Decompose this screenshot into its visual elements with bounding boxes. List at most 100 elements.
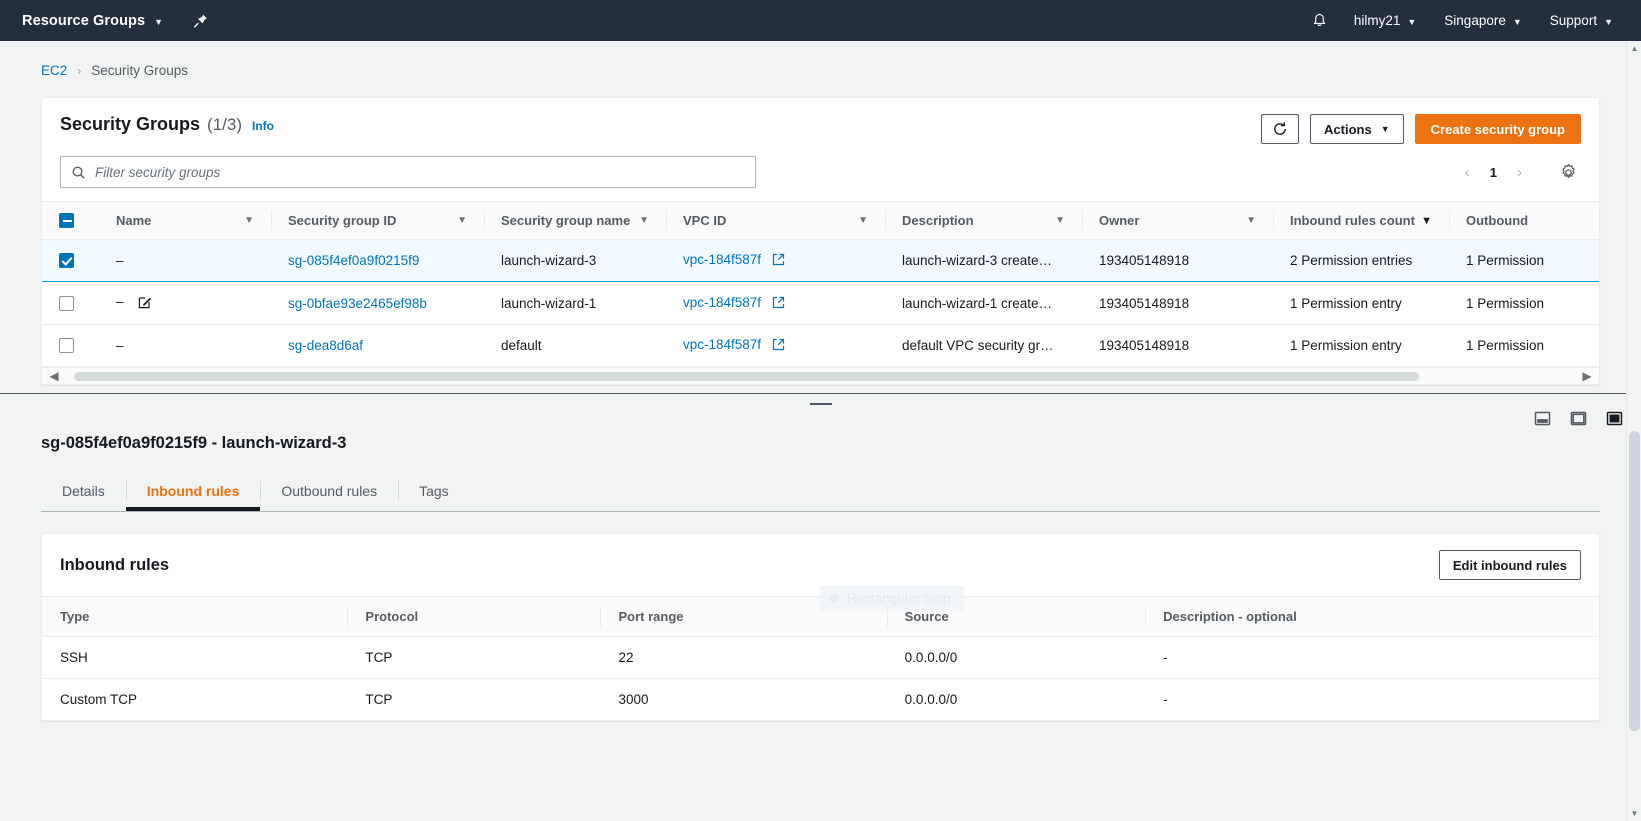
vpc-id-link[interactable]: vpc-184f587f bbox=[683, 337, 761, 352]
external-link-icon[interactable] bbox=[772, 253, 785, 269]
sort-icon: ▼ bbox=[1055, 215, 1065, 226]
cell-name: – bbox=[99, 281, 271, 325]
column-header-inbound-rules-count[interactable]: Inbound rules count ▼ bbox=[1273, 201, 1449, 240]
name-value: – bbox=[116, 294, 124, 309]
inbound-header-row: Type Protocol Port range Source Descript… bbox=[42, 596, 1599, 637]
table-row[interactable]: – sg-dea8d6af default vpc-184f587f defau… bbox=[42, 324, 1599, 367]
breadcrumb-item-ec2[interactable]: EC2 bbox=[41, 63, 67, 78]
inbound-rules-title: Inbound rules bbox=[60, 555, 170, 574]
row-checkbox[interactable] bbox=[59, 338, 74, 354]
column-header-security-group-id[interactable]: Security group ID ▼ bbox=[271, 201, 484, 240]
vpc-id-link[interactable]: vpc-184f587f bbox=[683, 295, 761, 310]
create-security-group-button[interactable]: Create security group bbox=[1414, 114, 1581, 144]
row-select-cell[interactable] bbox=[42, 324, 99, 367]
column-label: Protocol bbox=[365, 609, 419, 624]
panel-resize-handle[interactable] bbox=[809, 403, 832, 405]
tab-tags[interactable]: Tags bbox=[398, 472, 470, 511]
account-menu[interactable]: hilmy21 ▼ bbox=[1340, 5, 1430, 36]
refresh-button[interactable] bbox=[1261, 114, 1300, 144]
pin-icon[interactable] bbox=[193, 13, 208, 29]
page-scrollbar-thumb[interactable] bbox=[1629, 431, 1640, 731]
panel-maximize-icon[interactable] bbox=[1606, 410, 1623, 432]
support-menu[interactable]: Support ▼ bbox=[1536, 5, 1627, 36]
table-horizontal-scrollbar[interactable]: ◀ ▶ bbox=[42, 367, 1599, 384]
column-header-description[interactable]: Description ▼ bbox=[885, 201, 1082, 240]
search-input[interactable] bbox=[95, 164, 745, 180]
cell-source: 0.0.0.0/0 bbox=[904, 692, 958, 707]
scrollbar-track[interactable] bbox=[62, 371, 1579, 381]
table-preferences-button[interactable] bbox=[1556, 160, 1581, 185]
vpc-id-link[interactable]: vpc-184f587f bbox=[683, 252, 761, 267]
resource-groups-menu[interactable]: Resource Groups ▼ bbox=[18, 7, 167, 35]
scroll-down-icon[interactable]: ▼ bbox=[1627, 806, 1641, 821]
refresh-icon bbox=[1274, 122, 1286, 135]
tab-inbound-rules[interactable]: Inbound rules bbox=[125, 472, 261, 511]
tab-details[interactable]: Details bbox=[41, 472, 126, 511]
info-link[interactable]: Info bbox=[252, 119, 274, 133]
row-select-cell[interactable] bbox=[42, 281, 99, 325]
pagination-next-button[interactable]: › bbox=[1511, 162, 1528, 183]
panel-layout-controls bbox=[1534, 410, 1623, 432]
table-row[interactable]: – sg-085f4ef0a9f0215f9 launch-wizard-3 v… bbox=[42, 239, 1599, 282]
scrollbar-thumb[interactable] bbox=[74, 371, 1419, 381]
scroll-left-icon[interactable]: ◀ bbox=[46, 369, 62, 383]
breadcrumb-separator-icon: › bbox=[77, 63, 82, 78]
cell-owner: 193405148918 bbox=[1082, 324, 1273, 367]
column-header-outbound[interactable]: Outbound bbox=[1449, 201, 1599, 240]
column-header-security-group-name[interactable]: Security group name ▼ bbox=[484, 201, 666, 240]
page-title: Security Groups (1/3) Info bbox=[60, 114, 274, 135]
tab-outbound-rules[interactable]: Outbound rules bbox=[260, 472, 398, 511]
nav-left-group: Resource Groups ▼ bbox=[0, 7, 208, 35]
external-link-icon[interactable] bbox=[772, 296, 785, 312]
security-groups-table-wrapper: Name ▼ Security group ID ▼ Security grou… bbox=[42, 201, 1599, 384]
security-group-id-link[interactable]: sg-0bfae93e2465ef98b bbox=[288, 296, 427, 311]
cell-source: 0.0.0.0/0 bbox=[886, 636, 1146, 679]
column-header-owner[interactable]: Owner ▼ bbox=[1082, 201, 1273, 240]
security-group-id-link[interactable]: sg-085f4ef0a9f0215f9 bbox=[288, 253, 419, 268]
panel-split-bottom-icon[interactable] bbox=[1534, 410, 1551, 432]
column-header-type: Type bbox=[42, 596, 348, 637]
sort-icon: ▼ bbox=[639, 215, 649, 226]
sort-icon: ▼ bbox=[1246, 215, 1256, 226]
column-header-name[interactable]: Name ▼ bbox=[99, 201, 271, 240]
security-group-id-link[interactable]: sg-dea8d6af bbox=[288, 338, 363, 353]
card-header: Security Groups (1/3) Info Actions ▼ Cre… bbox=[42, 98, 1599, 144]
column-label: Type bbox=[60, 609, 90, 624]
panel-split-side-icon[interactable] bbox=[1570, 410, 1587, 432]
page-title-text: Security Groups bbox=[60, 114, 201, 134]
cell-security-group-name: launch-wizard-1 bbox=[484, 281, 666, 325]
chevron-down-icon: ▼ bbox=[1380, 124, 1390, 134]
external-link-icon[interactable] bbox=[772, 338, 785, 354]
scroll-up-icon[interactable]: ▲ bbox=[1627, 41, 1641, 56]
cell-outbound-rules-count: 1 Permission bbox=[1449, 239, 1599, 282]
table-row[interactable]: – sg-0bfae93e2465ef98b launch-wizard-1 v… bbox=[42, 281, 1599, 325]
edit-name-icon[interactable] bbox=[138, 297, 152, 312]
inbound-rules-table: Type Protocol Port range Source Descript… bbox=[42, 596, 1599, 720]
cell-description: default VPC security gr… bbox=[885, 324, 1082, 367]
column-header-vpc-id[interactable]: VPC ID ▼ bbox=[666, 201, 885, 240]
scroll-right-icon[interactable]: ▶ bbox=[1579, 369, 1595, 383]
row-select-cell[interactable] bbox=[42, 239, 99, 282]
account-label: hilmy21 bbox=[1353, 13, 1401, 28]
cell-name: – bbox=[99, 239, 271, 282]
column-header-protocol: Protocol bbox=[347, 596, 601, 637]
region-menu[interactable]: Singapore ▼ bbox=[1430, 5, 1535, 36]
select-all-checkbox[interactable] bbox=[59, 213, 74, 228]
edit-inbound-rules-button[interactable]: Edit inbound rules bbox=[1438, 550, 1581, 580]
pagination-prev-button[interactable]: ‹ bbox=[1459, 162, 1476, 183]
column-label: Inbound rules count bbox=[1290, 213, 1415, 228]
sort-icon: ▼ bbox=[244, 215, 254, 226]
selection-count: (1/3) bbox=[207, 115, 243, 134]
chevron-down-icon: ▼ bbox=[1604, 16, 1613, 27]
header-actions: Actions ▼ Create security group bbox=[1261, 114, 1581, 144]
search-input-wrapper[interactable] bbox=[60, 156, 756, 188]
row-checkbox[interactable] bbox=[59, 253, 74, 269]
row-checkbox[interactable] bbox=[59, 295, 74, 311]
top-navigation-bar: Resource Groups ▼ hilmy21 ▼ Singapore ▼ bbox=[0, 0, 1641, 41]
actions-button[interactable]: Actions ▼ bbox=[1310, 114, 1404, 144]
cell-description: launch-wizard-3 create… bbox=[885, 239, 1082, 282]
column-label: Name bbox=[116, 213, 152, 228]
bell-notification-icon[interactable] bbox=[1299, 4, 1340, 38]
page-scrollbar[interactable]: ▲ ▼ bbox=[1626, 41, 1641, 821]
nav-right-group: hilmy21 ▼ Singapore ▼ Support ▼ bbox=[1299, 4, 1641, 38]
